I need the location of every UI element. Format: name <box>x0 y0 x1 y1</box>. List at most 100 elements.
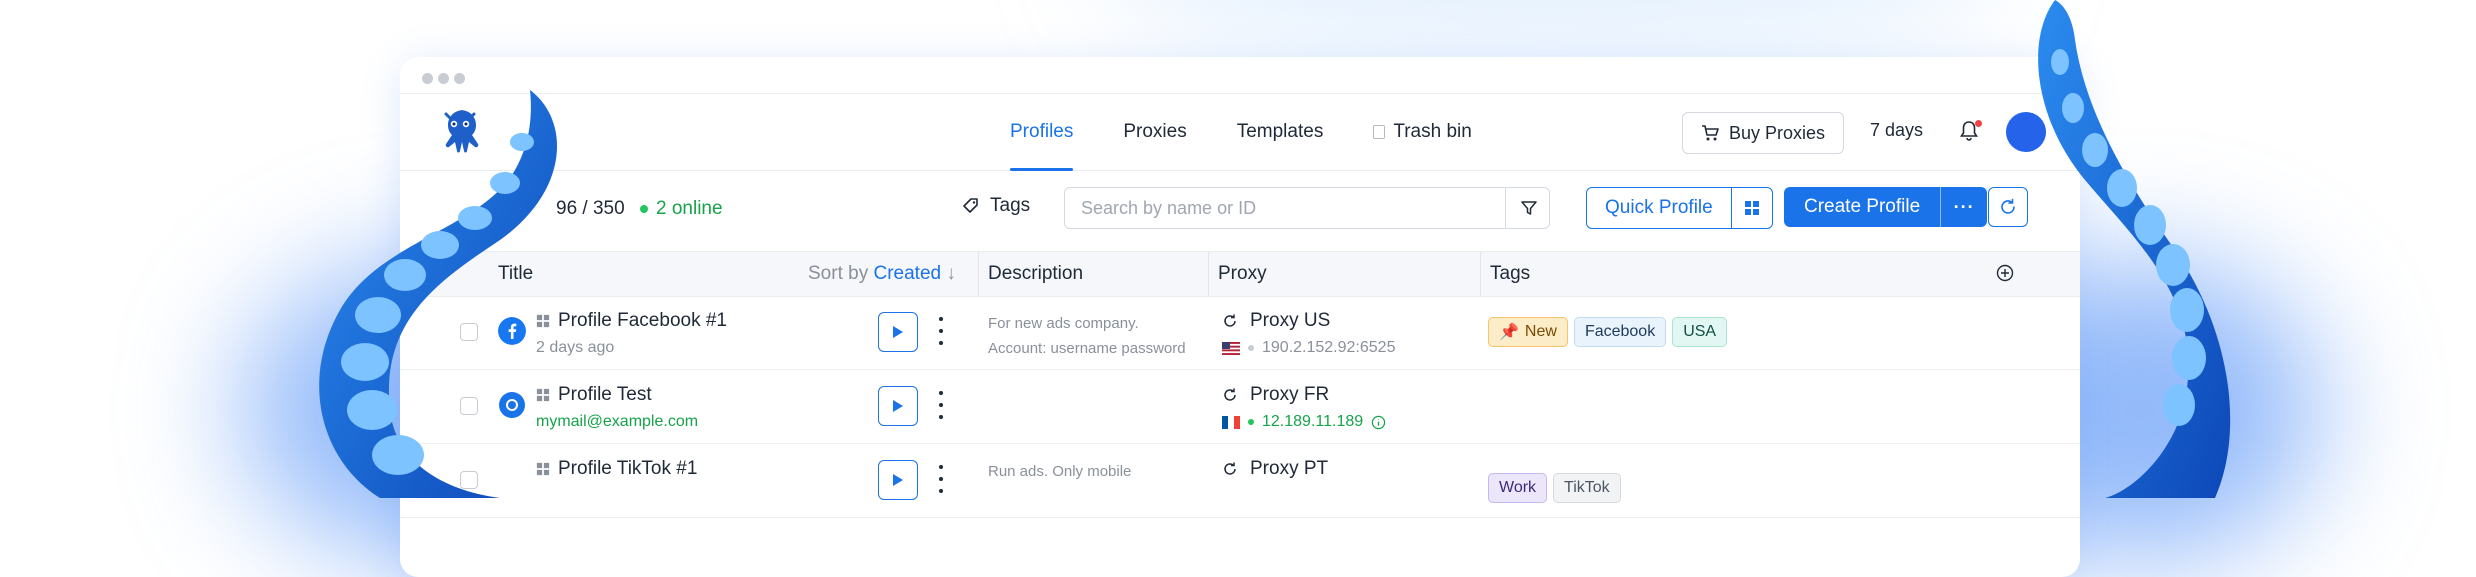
proxy-name-text: Proxy PT <box>1250 458 1329 479</box>
row-checkbox[interactable] <box>460 323 478 341</box>
online-dot <box>640 205 648 213</box>
app-window: Profiles Proxies Templates Trash bin Buy… <box>400 57 2080 577</box>
main-nav: Profiles Proxies Templates Trash bin <box>1010 94 1472 171</box>
tag-usa[interactable]: USA <box>1672 317 1728 347</box>
profile-title-text: Profile Test <box>558 384 652 405</box>
tab-trash-bin-label: Trash bin <box>1393 121 1472 142</box>
column-proxy: Proxy <box>1218 263 1267 284</box>
column-divider <box>1480 252 1481 296</box>
profile-title: Profile Test <box>536 384 652 406</box>
profile-count: 96 / 350 <box>556 198 625 219</box>
proxy-status-dot <box>1248 345 1254 351</box>
tab-profiles-label: Profiles <box>1010 121 1074 142</box>
tab-trash-bin[interactable]: Trash bin <box>1373 94 1472 170</box>
table-row[interactable]: Profile Facebook #1 2 days ago For new a… <box>400 295 2080 370</box>
tag-label: New <box>1524 323 1557 340</box>
online-label: 2 online <box>656 198 723 219</box>
profile-title: Profile TikTok #1 <box>536 458 697 480</box>
profile-title-text: Profile TikTok #1 <box>558 458 698 479</box>
sort-control[interactable]: Sort by Created ↓ <box>808 263 956 285</box>
profile-created: 2 days ago <box>536 339 615 356</box>
us-flag-icon <box>1222 341 1240 355</box>
search-input[interactable] <box>1079 188 1503 228</box>
fr-flag-icon <box>1222 415 1240 429</box>
search-box <box>1064 187 1550 229</box>
proxy-name: Proxy FR <box>1222 384 1329 406</box>
play-button[interactable] <box>878 460 918 500</box>
row-checkbox[interactable] <box>460 471 478 489</box>
row-menu-button[interactable] <box>936 317 946 345</box>
tab-profiles[interactable]: Profiles <box>1010 94 1074 171</box>
subscription-days: 7 days <box>1870 120 1924 140</box>
tags-label: Tags <box>990 195 1031 216</box>
table-row[interactable]: Profile Test mymail@example.com Proxy FR… <box>400 369 2080 444</box>
tab-templates[interactable]: Templates <box>1237 94 1324 170</box>
play-button[interactable] <box>878 386 918 426</box>
proxy-name-text: Proxy US <box>1250 310 1331 331</box>
search-divider <box>1505 188 1506 228</box>
notifications-bell[interactable] <box>1960 120 1982 144</box>
buy-proxies-button[interactable]: Buy Proxies <box>1682 112 1845 154</box>
proxy-rotate-icon <box>1224 314 1236 327</box>
profile-tags: 📌 New Facebook USA <box>1488 317 1728 347</box>
column-tags: Tags <box>1490 263 1531 284</box>
background-glow-top <box>1100 0 2000 60</box>
top-bar: Profiles Proxies Templates Trash bin Buy… <box>400 93 2080 171</box>
proxy-rotate-icon <box>1224 388 1236 401</box>
quick-profile-os-button[interactable] <box>1730 188 1772 228</box>
row-checkbox[interactable] <box>460 397 478 415</box>
refresh-button[interactable] <box>1988 187 2028 227</box>
proxy-status-dot <box>1248 419 1254 425</box>
create-profile-button[interactable]: Create Profile <box>1784 187 1940 227</box>
tag-tiktok[interactable]: TikTok <box>1553 473 1621 503</box>
filter-icon[interactable] <box>1520 199 1538 217</box>
trash-icon <box>1373 125 1386 139</box>
proxy-name: Proxy PT <box>1222 458 1328 480</box>
tab-proxies[interactable]: Proxies <box>1123 94 1186 170</box>
tags-filter-button[interactable]: Tags <box>962 195 1030 217</box>
windows-icon <box>1744 201 1759 215</box>
arrow-down-icon: ↓ <box>946 263 956 284</box>
row-menu-button[interactable] <box>936 391 946 419</box>
buy-proxies-label: Buy Proxies <box>1729 122 1826 143</box>
column-divider <box>978 252 979 296</box>
column-description: Description <box>988 263 1084 284</box>
windows-icon <box>536 314 550 328</box>
cart-icon <box>1702 125 1719 141</box>
create-profile-more-button[interactable]: ··· <box>1940 187 1987 227</box>
proxy-name-text: Proxy FR <box>1250 384 1330 405</box>
proxy-address: 190.2.152.92:6525 <box>1222 339 1395 357</box>
info-icon[interactable] <box>1371 415 1386 430</box>
refresh-icon <box>2001 198 2015 214</box>
tab-templates-label: Templates <box>1236 121 1324 142</box>
table-row[interactable]: Profile TikTok #1 Run ads. Only mobile P… <box>400 443 2080 518</box>
chrome-icon <box>499 392 525 418</box>
quick-profile-button-group: Quick Profile <box>1586 187 1773 229</box>
add-column-icon[interactable] <box>1996 264 2014 282</box>
column-divider <box>1208 252 1209 296</box>
proxy-address: 12.189.11.189 <box>1222 413 1386 431</box>
user-avatar[interactable] <box>2006 112 2046 152</box>
profile-tags: Work TikTok <box>1488 473 1621 503</box>
tag-work[interactable]: Work <box>1488 473 1548 503</box>
tag-new[interactable]: 📌 New <box>1488 317 1568 347</box>
row-menu-button[interactable] <box>936 465 946 493</box>
play-button[interactable] <box>878 312 918 352</box>
play-icon <box>893 326 903 338</box>
description-line: Run ads. Only mobile <box>988 463 1132 480</box>
sort-by-label: Sort by <box>808 263 869 284</box>
profile-title: Profile Facebook #1 <box>536 310 727 332</box>
octopus-logo[interactable] <box>432 104 488 160</box>
window-dots <box>422 73 465 84</box>
table-header: Title Sort by Created ↓ Description Prox… <box>400 251 2080 297</box>
quick-profile-button[interactable]: Quick Profile <box>1587 188 1731 228</box>
description-line: Account: username password <box>988 340 1186 357</box>
profile-description: Run ads. Only mobile <box>988 459 1131 484</box>
profile-email: mymail@example.com <box>536 413 699 430</box>
tag-facebook[interactable]: Facebook <box>1573 317 1667 347</box>
proxy-rotate-icon <box>1224 462 1236 475</box>
column-title[interactable]: Title <box>498 263 533 285</box>
tab-proxies-label: Proxies <box>1123 121 1187 142</box>
play-icon <box>893 474 903 486</box>
online-status: 2 online <box>640 198 723 220</box>
